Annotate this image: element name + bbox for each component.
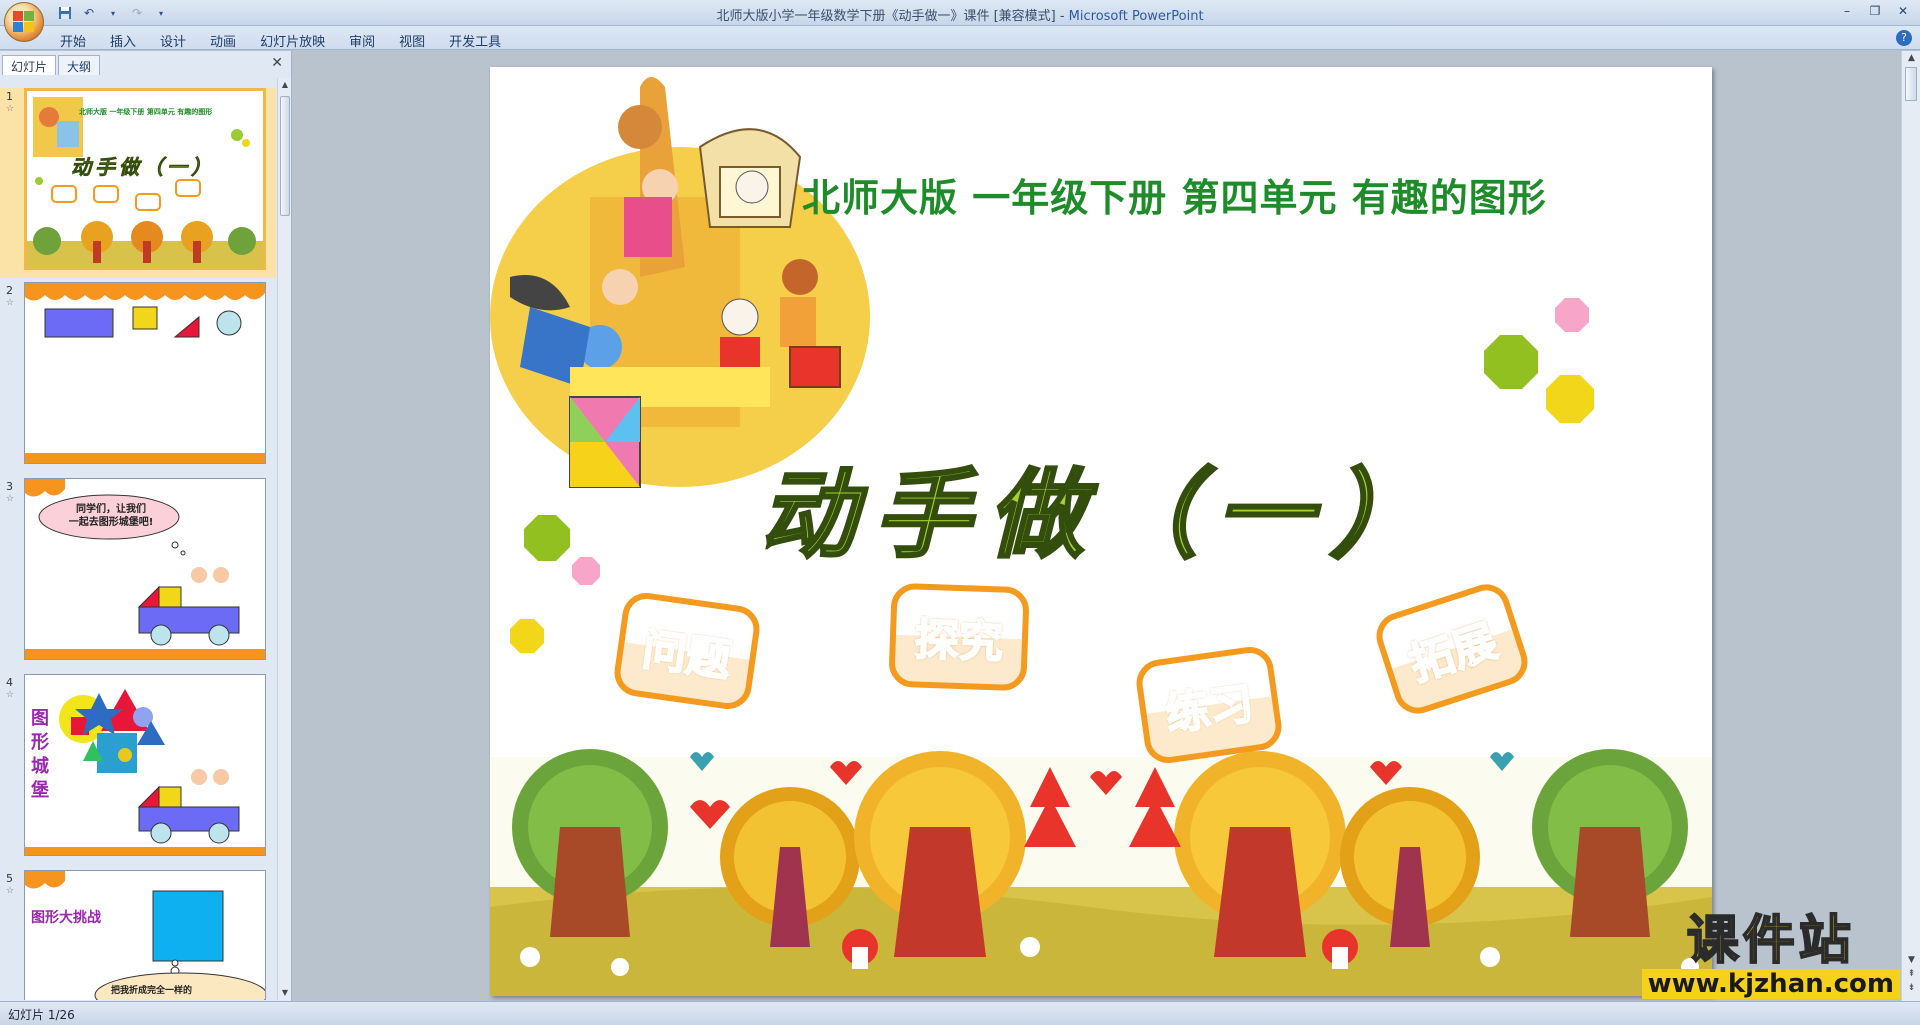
slide-thumbnail-5[interactable]: 5 ☆ 图形大挑战 把我折成完全一样的: [0, 870, 276, 1000]
question-badge[interactable]: 问题: [611, 589, 763, 713]
tab-outline[interactable]: 大纲: [58, 55, 101, 75]
panel-scrollbar[interactable]: ▲ ▼: [277, 78, 291, 1000]
help-icon[interactable]: ?: [1896, 30, 1912, 46]
previous-slide-icon[interactable]: ⇞: [1902, 969, 1920, 983]
tab-design[interactable]: 设计: [148, 29, 198, 52]
office-button[interactable]: [4, 2, 44, 42]
practice-badge[interactable]: 练习: [1133, 643, 1285, 767]
editor-scroll-thumb[interactable]: [1905, 67, 1917, 101]
scroll-down-icon[interactable]: ▼: [278, 986, 292, 1000]
slide-counter: 幻灯片 1/26: [8, 1008, 75, 1022]
slide-thumbnail-4[interactable]: 4 ☆ 图形城堡: [0, 674, 276, 864]
close-icon[interactable]: ✕: [1890, 2, 1916, 20]
bubble-line: 一起去图形城堡吧!: [68, 517, 154, 528]
slides-panel: 幻灯片 大纲 ✕ 1 ☆ 北师大版 一年级下册 第四单元 有趣的图形 动手做（一…: [0, 51, 292, 1001]
slide-preview: [24, 282, 266, 464]
ribbon-tabs: 开始 插入 设计 动画 幻灯片放映 审阅 视图 开发工具: [48, 29, 513, 52]
close-panel-icon[interactable]: ✕: [271, 55, 283, 71]
minimize-icon[interactable]: –: [1834, 2, 1860, 20]
window-title: 北师大版小学一年级数学下册《动手做一》课件 [兼容模式] - Microsoft…: [0, 5, 1920, 24]
tab-slideshow[interactable]: 幻灯片放映: [248, 29, 337, 52]
slide-thumbnail-2[interactable]: 2 ☆: [0, 282, 276, 472]
slide-number: 4: [6, 676, 13, 689]
animation-star-icon: ☆: [6, 298, 15, 308]
explore-badge[interactable]: 探究: [888, 582, 1030, 692]
scroll-up-icon[interactable]: ▲: [1902, 53, 1920, 67]
thumb-main-title: 动手做（一）: [71, 155, 215, 180]
tab-slides[interactable]: 幻灯片: [2, 55, 57, 75]
office-logo-icon: [13, 11, 35, 33]
watermark-brand: 课件站: [1686, 911, 1855, 971]
slide-2-artwork: [25, 283, 265, 463]
tab-review[interactable]: 审阅: [337, 29, 387, 52]
slide-preview: 图形大挑战 把我折成完全一样的: [24, 870, 266, 1000]
slide-thumbnails: 1 ☆ 北师大版 一年级下册 第四单元 有趣的图形 动手做（一） 2 ☆ 3 ☆…: [0, 78, 276, 1000]
thumb-label: 图形大挑战: [31, 910, 101, 926]
title-bar: ↶ ▾ ↷ ▾ 北师大版小学一年级数学下册《动手做一》课件 [兼容模式] - M…: [0, 0, 1920, 26]
slide-number: 2: [6, 284, 13, 297]
tab-developer[interactable]: 开发工具: [437, 29, 513, 52]
slide-preview: 北师大版 一年级下册 第四单元 有趣的图形 动手做（一）: [24, 88, 266, 270]
thumb-side-text: 图形城堡: [31, 708, 49, 801]
slide-preview: 同学们，让我们 一起去图形城堡吧!: [24, 478, 266, 660]
thumb-badge: [51, 185, 77, 203]
slide-subtitle: 北师大版 一年级下册 第四单元 有趣的图形: [802, 176, 1547, 220]
ribbon: 开始 插入 设计 动画 幻灯片放映 审阅 视图 开发工具 ?: [0, 26, 1920, 50]
restore-icon[interactable]: ❐: [1862, 2, 1888, 20]
thumb-badges: [51, 179, 251, 215]
panel-tabs: 幻灯片 大纲: [2, 53, 288, 75]
next-slide-icon[interactable]: ⇟: [1902, 983, 1920, 997]
slide-4-artwork: [25, 689, 265, 855]
watermark-url: www.kjzhan.com: [1641, 969, 1900, 999]
editor-scrollbar[interactable]: ▲ ▼ ⇞ ⇟: [1901, 51, 1920, 1001]
cartoon-characters-illustration: [490, 77, 870, 488]
thumb-badge: [175, 179, 201, 197]
scroll-down-icon[interactable]: ▼: [1902, 955, 1920, 969]
bubble-line: 同学们，让我们: [76, 504, 146, 515]
window-controls: – ❐ ✕: [1834, 2, 1916, 20]
slide-title: 动手做（一）: [759, 457, 1444, 573]
thumb-subtitle: 北师大版 一年级下册 第四单元 有趣的图形: [79, 108, 213, 116]
thumb-bubble-text: 把我折成完全一样的: [111, 986, 193, 996]
animation-star-icon: ☆: [6, 886, 15, 896]
slide-5-artwork: [25, 871, 265, 1000]
scroll-up-icon[interactable]: ▲: [278, 78, 292, 92]
animation-star-icon: ☆: [6, 104, 15, 114]
document-title: 北师大版小学一年级数学下册《动手做一》课件 [兼容模式] -: [716, 9, 1069, 24]
animation-star-icon: ☆: [6, 690, 15, 700]
tab-insert[interactable]: 插入: [98, 29, 148, 52]
slide-number: 3: [6, 480, 13, 493]
tab-home[interactable]: 开始: [48, 29, 98, 52]
current-slide[interactable]: 北师大版 一年级下册 第四单元 有趣的图形 动手做（一） 问题 探究 练习 拓展: [490, 67, 1712, 996]
status-bar: 幻灯片 1/26: [0, 1001, 1920, 1025]
slide-number: 1: [6, 90, 13, 103]
forest-illustration: [490, 749, 1712, 996]
slide-thumbnail-3[interactable]: 3 ☆ 同学们，让我们 一起去图形城堡吧!: [0, 478, 276, 668]
tab-animations[interactable]: 动画: [198, 29, 248, 52]
thumb-badge: [93, 185, 119, 203]
slide-preview: 图形城堡: [24, 674, 266, 856]
animation-star-icon: ☆: [6, 494, 15, 504]
slide-thumbnail-1[interactable]: 1 ☆ 北师大版 一年级下册 第四单元 有趣的图形 动手做（一）: [0, 88, 276, 278]
thumb-badge: [135, 193, 161, 211]
tab-view[interactable]: 视图: [387, 29, 437, 52]
panel-scroll-thumb[interactable]: [280, 96, 290, 216]
slide-number: 5: [6, 872, 13, 885]
watermark-logo: 课件站 www.kjzhan.com: [1641, 911, 1900, 999]
app-name: Microsoft PowerPoint: [1068, 9, 1204, 24]
thumb-bubble-text: 同学们，让我们 一起去图形城堡吧!: [51, 503, 171, 529]
